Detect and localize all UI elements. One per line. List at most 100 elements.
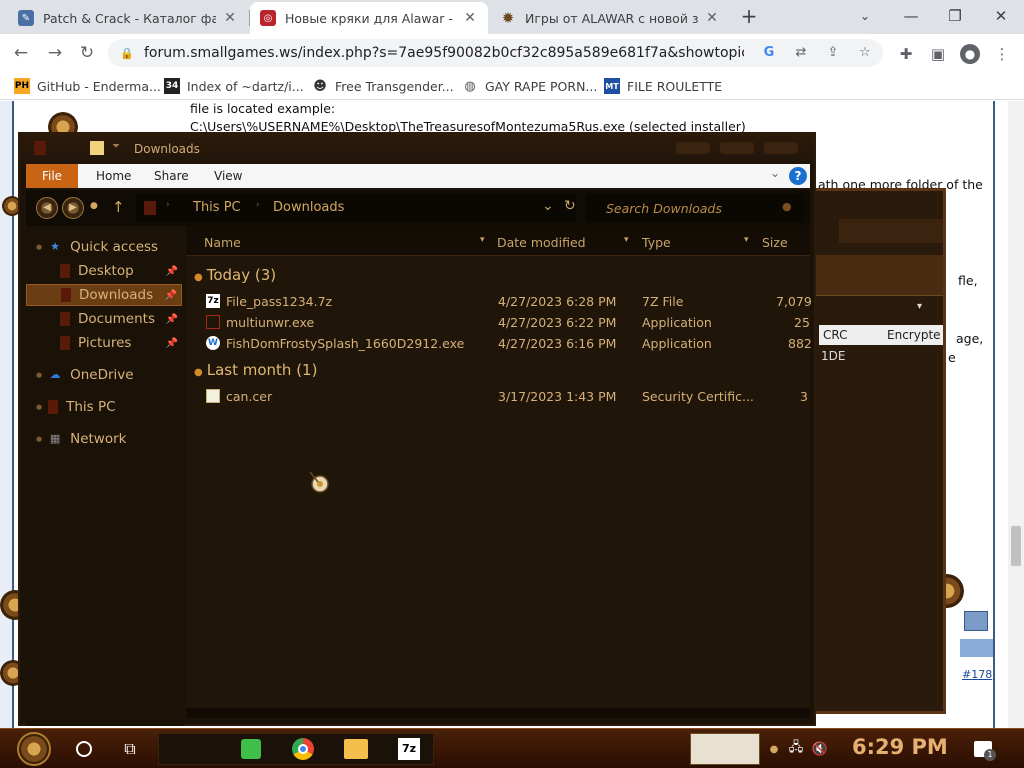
google-icon[interactable]: G xyxy=(760,44,778,62)
horizontal-scrollbar[interactable] xyxy=(186,708,810,718)
back-arrow-icon[interactable]: ← xyxy=(8,40,34,66)
page-scrollbar[interactable] xyxy=(1008,101,1024,728)
post-link[interactable]: #178 xyxy=(962,668,992,681)
browser-tab-patch-crack[interactable]: ✎ Patch & Crack - Каталог файлов ✕ xyxy=(8,2,248,34)
taskbar-explorer-app[interactable] xyxy=(340,733,372,765)
network-tray-icon[interactable]: 🖧 xyxy=(786,733,806,765)
tab-title: Новые кряки для Alawar - Форум xyxy=(285,10,456,26)
bookmark-free-transgender[interactable]: ☻ Free Transgender... xyxy=(312,76,453,96)
post-button[interactable] xyxy=(960,639,993,657)
nav-item-downloads[interactable]: Downloads 📌 xyxy=(26,284,182,306)
notification-center-button[interactable]: 1 xyxy=(970,733,996,765)
page-scroll-thumb[interactable] xyxy=(1011,526,1021,566)
bookmark-github[interactable]: PH GitHub - Enderma... xyxy=(14,76,161,96)
ribbon-tab-home[interactable]: Home xyxy=(84,164,143,188)
recent-locations-icon[interactable]: ● xyxy=(90,201,98,211)
file-row[interactable]: W FishDomFrostySplash_1660D2912.exe 4/27… xyxy=(186,334,812,354)
chevron-down-icon[interactable]: ▾ xyxy=(480,235,485,245)
ribbon-tab-file[interactable]: File xyxy=(26,164,78,188)
nav-item-this-pc[interactable]: ● This PC xyxy=(26,396,182,418)
browser-tab-alawar-forum[interactable]: ◎ Новые кряки для Alawar - Форум ✕ xyxy=(250,2,488,34)
minimize-button[interactable]: — xyxy=(900,5,922,27)
bookmark-index-dartz[interactable]: 34 Index of ~dartz/i... xyxy=(164,76,304,96)
taskbar-notes-app[interactable] xyxy=(236,733,266,765)
restore-button[interactable]: ❐ xyxy=(944,5,966,27)
forward-arrow-icon[interactable]: → xyxy=(42,40,68,66)
browser-toolbar: ← → ↻ 🔒 forum.smallgames.ws/index.php?s=… xyxy=(0,34,1024,72)
up-arrow-icon[interactable]: ↑ xyxy=(112,198,125,216)
address-bar[interactable]: 🔒 forum.smallgames.ws/index.php?s=7ae95f… xyxy=(108,39,883,67)
bookmark-ph-icon: PH xyxy=(14,78,30,94)
explorer-titlebar[interactable]: ⏷ Downloads xyxy=(20,134,814,164)
address-breadcrumb-bar[interactable]: › This PC › Downloads ⌄ ↻ xyxy=(136,194,576,222)
notes-icon xyxy=(241,739,261,759)
quote-button[interactable] xyxy=(964,611,988,631)
file-row[interactable]: multiunwr.exe 4/27/2023 6:22 PM Applicat… xyxy=(186,313,810,333)
quick-access-toolbar-chevron-icon[interactable]: ⏷ xyxy=(112,141,120,152)
breadcrumb-this-pc[interactable]: This PC xyxy=(193,200,241,215)
maximize-button[interactable] xyxy=(720,142,754,154)
translate-icon[interactable]: ⇄ xyxy=(792,44,810,62)
chevron-down-icon[interactable]: ▾ xyxy=(624,235,629,245)
search-button[interactable] xyxy=(70,733,98,765)
group-header-today[interactable]: ● Today (3) xyxy=(194,266,276,284)
show-hidden-icons-icon[interactable]: ● xyxy=(766,733,782,765)
column-header-size[interactable]: Size xyxy=(762,235,788,250)
nav-item-network[interactable]: ● ▦ Network xyxy=(26,428,182,450)
bookmark-gay-rape[interactable]: ◍ GAY RAPE PORN... xyxy=(462,76,597,96)
explorer-ribbon: File Home Share View ⌄ ? xyxy=(26,164,810,188)
browser-tab-alawar-games[interactable]: ✹ Игры от ALAWAR с новой защитой ✕ xyxy=(490,2,730,34)
back-arrow-icon[interactable]: ◀ xyxy=(36,197,58,219)
tab-favicon-icon: ✎ xyxy=(18,10,34,26)
column-header-name[interactable]: Name xyxy=(204,235,241,250)
reload-icon[interactable]: ↻ xyxy=(74,40,100,66)
address-dropdown-chevron-icon[interactable]: ⌄ xyxy=(542,198,554,214)
bookmark-star-icon[interactable]: ☆ xyxy=(856,44,874,62)
nav-item-onedrive[interactable]: ● ☁ OneDrive xyxy=(26,364,182,386)
extensions-icon[interactable]: ✚ xyxy=(896,44,916,64)
nav-item-desktop[interactable]: Desktop 📌 xyxy=(26,260,182,282)
help-button[interactable]: ? xyxy=(789,167,807,185)
group-header-last-month[interactable]: ● Last month (1) xyxy=(194,361,317,379)
tab-close-icon[interactable]: ✕ xyxy=(704,10,720,26)
breadcrumb-downloads[interactable]: Downloads xyxy=(273,200,344,215)
task-view-icon[interactable]: ⧉ xyxy=(116,733,144,765)
taskbar-clock[interactable]: 6:29 PM xyxy=(852,735,948,759)
nav-item-documents[interactable]: Documents 📌 xyxy=(26,308,182,330)
chevron-down-icon[interactable]: ▾ xyxy=(744,235,749,245)
forward-arrow-icon[interactable]: ▶ xyxy=(62,197,84,219)
file-row[interactable]: 7z File_pass1234.7z 4/27/2023 6:28 PM 7Z… xyxy=(186,292,812,312)
new-tab-button[interactable]: + xyxy=(738,6,760,28)
file-explorer-window[interactable]: ⏷ Downloads File Home Share View ⌄ ? ◀ ▶… xyxy=(18,132,816,726)
bookmark-file-roulette[interactable]: MT FILE ROULETTE xyxy=(604,76,722,96)
search-icon[interactable]: ● xyxy=(782,200,792,213)
column-header-type[interactable]: Type xyxy=(642,235,671,250)
start-button[interactable] xyxy=(12,732,56,766)
nav-item-pictures[interactable]: Pictures 📌 xyxy=(26,332,182,354)
url-text[interactable]: forum.smallgames.ws/index.php?s=7ae95f90… xyxy=(144,45,744,61)
menu-kebab-icon[interactable]: ⋮ xyxy=(992,44,1012,64)
tab-search-icon[interactable]: ⌄ xyxy=(854,5,876,27)
column-header-date-modified[interactable]: Date modified xyxy=(497,235,586,250)
ribbon-expand-chevron-icon[interactable]: ⌄ xyxy=(770,166,780,180)
column-header-row: Name ▾ Date modified ▾ Type ▾ Size xyxy=(186,226,810,256)
profile-avatar-icon[interactable]: ● xyxy=(960,44,980,64)
file-row[interactable]: can.cer 3/17/2023 1:43 PM Security Certi… xyxy=(186,387,810,407)
ribbon-tab-share[interactable]: Share xyxy=(142,164,201,188)
chevron-down-icon[interactable]: ▾ xyxy=(917,301,922,312)
share-icon[interactable]: ⇪ xyxy=(824,44,842,62)
close-window-button[interactable]: ✕ xyxy=(990,5,1012,27)
background-explorer-window[interactable]: ▾ CRC Encrypte 1DE xyxy=(800,188,946,714)
close-button[interactable] xyxy=(764,142,798,154)
tab-close-icon[interactable]: ✕ xyxy=(462,10,478,26)
volume-muted-icon[interactable]: 🔇 xyxy=(810,733,830,765)
taskbar-chrome-app[interactable] xyxy=(288,733,318,765)
search-downloads-input[interactable]: Search Downloads ● xyxy=(586,194,804,222)
side-panel-icon[interactable]: ▣ xyxy=(928,44,948,64)
ribbon-tab-view[interactable]: View xyxy=(202,164,254,188)
tab-close-icon[interactable]: ✕ xyxy=(222,10,238,26)
minimize-button[interactable] xyxy=(676,142,710,154)
nav-item-quick-access[interactable]: ● ★ Quick access xyxy=(26,236,182,258)
taskbar-7zip-app[interactable]: 7z xyxy=(394,733,424,765)
refresh-icon[interactable]: ↻ xyxy=(564,198,576,214)
